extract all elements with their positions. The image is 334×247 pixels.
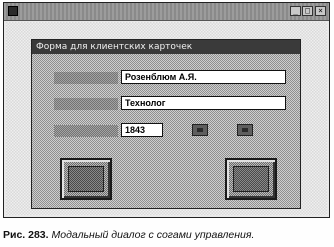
- decrement-button[interactable]: [192, 124, 208, 136]
- cancel-button-icon: [233, 166, 269, 192]
- system-menu-icon[interactable]: [8, 6, 18, 16]
- modal-dialog: Форма для клиентских карточек Розенблюм …: [31, 39, 301, 209]
- cancel-button[interactable]: [225, 158, 277, 200]
- ok-button-icon: [68, 166, 104, 192]
- minimize-button[interactable]: _: [290, 6, 301, 16]
- maximize-button[interactable]: □: [302, 6, 313, 16]
- dialog-title: Форма для клиентских карточек: [36, 42, 193, 52]
- year-label: [54, 125, 118, 137]
- window-titlebar[interactable]: _ □ ×: [4, 3, 329, 21]
- name-field[interactable]: Розенблюм А.Я.: [121, 70, 286, 84]
- ok-button[interactable]: [60, 158, 112, 200]
- dialog-titlebar[interactable]: Форма для клиентских карточек: [32, 40, 300, 54]
- increment-button[interactable]: [237, 124, 253, 136]
- year-field[interactable]: 1843: [121, 123, 163, 137]
- close-button[interactable]: ×: [315, 6, 326, 16]
- figure-number: Рис. 283.: [3, 229, 49, 241]
- name-label: [54, 72, 118, 84]
- caption-text: Модальный диалог с согами управления.: [48, 229, 255, 241]
- position-field[interactable]: Технолог: [121, 96, 286, 110]
- figure-caption: Рис. 283. Модальный диалог с согами упра…: [3, 228, 331, 242]
- position-label: [54, 98, 118, 110]
